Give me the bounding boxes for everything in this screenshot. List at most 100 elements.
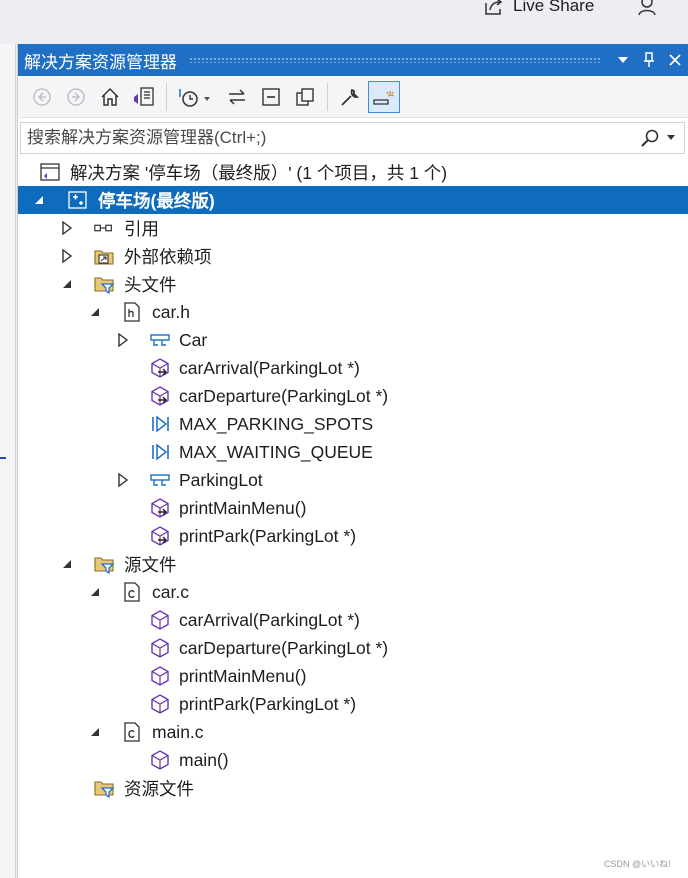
tree-item-decl-printPark[interactable]: printPark(ParkingLot *): [18, 522, 688, 550]
tree-item-header-files[interactable]: 头文件: [18, 270, 688, 298]
back-button[interactable]: [26, 81, 58, 113]
external-dependencies-label: 外部依赖项: [124, 246, 212, 267]
tree-item-decl-carDeparture[interactable]: carDeparture(ParkingLot *): [18, 382, 688, 410]
close-icon: [669, 54, 681, 66]
home-button[interactable]: [94, 81, 126, 113]
expanded-arrow-icon[interactable]: [59, 276, 75, 292]
macro-max-parking-spots-label: MAX_PARKING_SPOTS: [179, 413, 374, 434]
clock-filter-icon: [179, 88, 210, 107]
panel-toolbar: [18, 76, 688, 118]
method-declaration-icon: [149, 357, 171, 379]
tree-item-decl-carArrival[interactable]: carArrival(ParkingLot *): [18, 354, 688, 382]
close-button[interactable]: [662, 44, 688, 76]
editor-left-strip: [0, 44, 16, 878]
decl-carArrival-label: carArrival(ParkingLot *): [179, 357, 360, 378]
tree-item-decl-printMainMenu[interactable]: printMainMenu(): [18, 494, 688, 522]
collapsed-arrow-icon[interactable]: [59, 220, 75, 236]
external-dependencies-icon: [93, 245, 115, 267]
car-h-label: car.h: [152, 301, 190, 322]
live-share-label: Live Share: [513, 0, 595, 15]
tree-item-resource-files[interactable]: 资源文件: [18, 774, 688, 802]
tree-item-external-dependencies[interactable]: 外部依赖项: [18, 242, 688, 270]
c-source-file-icon: [121, 581, 143, 603]
search-input[interactable]: [27, 128, 634, 148]
collapsed-arrow-icon[interactable]: [115, 332, 131, 348]
account-button[interactable]: [636, 0, 660, 23]
expanded-arrow-icon[interactable]: [87, 724, 103, 740]
macro-max-waiting-queue-label: MAX_WAITING_QUEUE: [179, 441, 373, 462]
expanded-arrow-icon[interactable]: [59, 556, 75, 572]
preview-selected-items-button[interactable]: [368, 80, 400, 113]
panel-title: 解决方案资源管理器: [24, 52, 177, 72]
toolbar-separator: [327, 82, 328, 111]
preview-eye-icon: [373, 90, 395, 105]
tree-item-func-carDeparture[interactable]: carDeparture(ParkingLot *): [18, 634, 688, 662]
show-all-files-button[interactable]: [289, 81, 321, 113]
method-declaration-icon: [149, 497, 171, 519]
collapse-all-button[interactable]: [255, 81, 287, 113]
func-carArrival-label: carArrival(ParkingLot *): [179, 609, 360, 630]
solution-explorer-panel: 解决方案资源管理器 搜索解决方案资源管理器(Ctrl+;) 解决方案 '停车场（…: [17, 44, 688, 878]
tree-item-struct-parkinglot[interactable]: ParkingLot: [18, 466, 688, 494]
toolbar-separator: [166, 82, 167, 111]
collapse-all-icon: [262, 87, 280, 106]
struct-car-label: Car: [179, 329, 208, 350]
references-label: 引用: [124, 218, 159, 239]
tree-item-macro-max-parking-spots[interactable]: MAX_PARKING_SPOTS: [18, 410, 688, 438]
tree-item-references[interactable]: 引用: [18, 214, 688, 242]
forward-button[interactable]: [60, 81, 92, 113]
user-icon: [638, 0, 656, 16]
tree-item-func-main[interactable]: main(): [18, 746, 688, 774]
tree-item-car-h[interactable]: car.h: [18, 298, 688, 326]
switch-views-button[interactable]: [128, 81, 160, 113]
collapsed-arrow-icon[interactable]: [59, 248, 75, 264]
live-share-button[interactable]: Live Share: [483, 0, 594, 18]
filter-folder-icon: [93, 777, 115, 799]
method-declaration-icon: [149, 525, 171, 547]
solution-icon: [39, 161, 61, 183]
search-icon[interactable]: [640, 128, 660, 148]
func-carDeparture-label: carDeparture(ParkingLot *): [179, 637, 389, 658]
car-c-label: car.c: [152, 581, 189, 602]
method-icon: [149, 637, 171, 659]
tree-item-macro-max-waiting-queue[interactable]: MAX_WAITING_QUEUE: [18, 438, 688, 466]
home-icon: [101, 87, 119, 106]
wrench-icon: [341, 88, 360, 106]
struct-icon: [149, 469, 171, 491]
sync-active-document-button[interactable]: [221, 81, 253, 113]
drag-grip[interactable]: [189, 57, 600, 63]
solution-label: 解决方案 '停车场（最终版）' (1 个项目，共 1 个): [70, 162, 448, 183]
decl-carDeparture-label: carDeparture(ParkingLot *): [179, 385, 389, 406]
tree-item-struct-car[interactable]: Car: [18, 326, 688, 354]
pending-changes-filter-button[interactable]: [173, 81, 219, 113]
expanded-arrow-icon[interactable]: [87, 584, 103, 600]
properties-button[interactable]: [334, 81, 366, 113]
method-icon: [149, 665, 171, 687]
c-source-file-icon: [121, 721, 143, 743]
tree-item-main-c[interactable]: main.c: [18, 718, 688, 746]
tree-item-func-printPark[interactable]: printPark(ParkingLot *): [18, 690, 688, 718]
header-file-icon: [121, 301, 143, 323]
method-declaration-icon: [149, 385, 171, 407]
pin-button[interactable]: [636, 44, 662, 76]
collapsed-arrow-icon[interactable]: [115, 472, 131, 488]
decl-printMainMenu-label: printMainMenu(): [179, 497, 307, 518]
tree-item-func-printMainMenu[interactable]: printMainMenu(): [18, 662, 688, 690]
tree-item-project[interactable]: 停车场(最终版): [18, 186, 688, 214]
top-bar: Live Share: [0, 0, 688, 44]
main-c-label: main.c: [152, 721, 204, 742]
expanded-arrow-icon[interactable]: [31, 192, 47, 208]
search-options-chevron-icon[interactable]: [666, 134, 676, 142]
func-printMainMenu-label: printMainMenu(): [179, 665, 307, 686]
tree-item-source-files[interactable]: 源文件: [18, 550, 688, 578]
tree-item-func-carArrival[interactable]: carArrival(ParkingLot *): [18, 606, 688, 634]
expanded-arrow-icon[interactable]: [87, 304, 103, 320]
dropdown-button[interactable]: [610, 44, 636, 76]
search-box[interactable]: [20, 122, 685, 154]
struct-parkinglot-label: ParkingLot: [179, 469, 263, 490]
tree-item-solution[interactable]: 解决方案 '停车场（最终版）' (1 个项目，共 1 个): [18, 158, 688, 186]
editor-marker: [0, 457, 6, 459]
tree-item-car-c[interactable]: car.c: [18, 578, 688, 606]
method-icon: [149, 693, 171, 715]
pin-icon: [644, 52, 654, 67]
